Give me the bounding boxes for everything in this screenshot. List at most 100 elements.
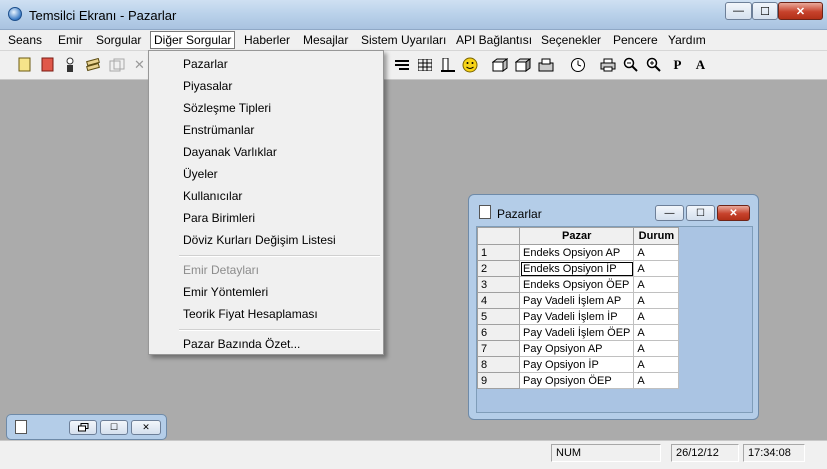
status-date: 26/12/12 [671,444,739,462]
menu-api-baglantisi[interactable]: API Bağlantısı [456,33,532,47]
menu-item-enstrumanlar[interactable]: Enstrümanlar [183,123,254,137]
cell-pazar[interactable]: Pay Vadeli İşlem İP [518,308,635,325]
close-button[interactable]: ✕ [778,2,823,20]
stack-icon[interactable] [84,56,101,73]
row-number: 8 [477,356,520,373]
cell-pazar[interactable]: Pay Vadeli İşlem ÖEP [518,324,635,341]
cell-durum[interactable]: A [633,356,680,373]
cube-icon[interactable] [491,56,508,73]
row-number: 6 [477,324,520,341]
p-icon[interactable]: P [669,56,686,73]
menu-item-uyeler[interactable]: Üyeler [183,167,218,181]
menu-item-dayanak-varliklar[interactable]: Dayanak Varlıklar [183,145,277,159]
cell-pazar[interactable]: Endeks Opsiyon AP [518,244,635,261]
cell-pazar[interactable]: Pay Opsiyon AP [518,340,635,357]
column-header-durum[interactable]: Durum [633,227,680,245]
status-num: NUM [551,444,661,462]
cell-durum[interactable]: A [633,260,680,277]
cell-durum[interactable]: A [633,244,680,261]
cell-durum[interactable]: A [633,372,680,389]
menu-item-sozlesme-tipleri[interactable]: Sözleşme Tipleri [183,101,271,115]
menu-item-kullanicilar[interactable]: Kullanıcılar [183,189,242,203]
menu-seans[interactable]: Seans [8,33,42,47]
cell-pazar[interactable]: Pay Vadeli İşlem AP [518,292,635,309]
pazarlar-window-title: Pazarlar [497,207,542,221]
child-maximize-button[interactable]: ☐ [686,205,715,221]
disabled-copy-icon [108,56,125,73]
a-icon[interactable]: A [692,56,709,73]
minimize-button[interactable]: — [725,2,752,20]
menu-diger-sorgular[interactable]: Diğer Sorgular [150,31,236,49]
cube2-icon[interactable] [514,56,531,73]
minimized-window[interactable]: ☐ ✕ [6,414,167,440]
window-title: Temsilci Ekranı - Pazarlar [29,8,177,23]
table-row[interactable]: 5 Pay Vadeli İşlem İP A [477,308,680,325]
cell-durum[interactable]: A [633,292,680,309]
menu-item-teorik-fiyat[interactable]: Teorik Fiyat Hesaplaması [183,307,318,321]
close-icon: ✕ [729,207,738,219]
minimized-close-button[interactable]: ✕ [131,420,161,435]
cell-pazar[interactable]: Pay Opsiyon ÖEP [518,372,635,389]
menu-item-doviz-kurlari[interactable]: Döviz Kurları Değişim Listesi [183,233,336,247]
close-icon: ✕ [795,5,806,18]
table-row[interactable]: 9 Pay Opsiyon ÖEP A [477,372,680,389]
maximize-button[interactable]: ☐ [752,2,778,20]
menu-item-pazar-bazinda-ozet[interactable]: Pazar Bazında Özet... [183,337,300,351]
table-row[interactable]: 7 Pay Opsiyon AP A [477,340,680,357]
menu-haberler[interactable]: Haberler [244,33,290,47]
printer-icon[interactable] [599,56,616,73]
cell-durum[interactable]: A [633,340,680,357]
minimize-icon: — [733,5,744,17]
table-row[interactable]: 1 Endeks Opsiyon AP A [477,244,680,261]
child-minimize-button[interactable]: — [655,205,684,221]
zoom-out-icon[interactable] [622,56,639,73]
menu-mesajlar[interactable]: Mesajlar [303,33,348,47]
menu-yardim[interactable]: Yardım [668,33,706,47]
maximize-icon: ☐ [760,5,770,18]
zoom-in-icon[interactable] [645,56,662,73]
menu-item-emir-detaylari: Emir Detayları [183,263,260,277]
tray-icon[interactable] [537,56,554,73]
child-close-button[interactable]: ✕ [717,205,750,221]
toolbar: ✕ P A [0,51,827,80]
red-doc-icon[interactable] [39,56,56,73]
smiley-icon[interactable] [461,56,478,73]
document-icon [479,205,491,219]
table-row[interactable]: 3 Endeks Opsiyon ÖEP A [477,276,680,293]
menu-item-emir-yontemleri[interactable]: Emir Yöntemleri [183,285,268,299]
columns-icon[interactable] [416,56,433,73]
menu-secenekler[interactable]: Seçenekler [541,33,601,47]
menu-sistem-uyarilari[interactable]: Sistem Uyarıları [361,33,446,47]
cell-durum[interactable]: A [633,308,680,325]
cell-pazar[interactable]: Pay Opsiyon İP [518,356,635,373]
minimized-maximize-button[interactable]: ☐ [100,420,128,435]
table-row[interactable]: 2 Endeks Opsiyon İP A [477,260,680,277]
row-number: 7 [477,340,520,357]
table-row[interactable]: 6 Pay Vadeli İşlem ÖEP A [477,324,680,341]
table-row[interactable]: 4 Pay Vadeli İşlem AP A [477,292,680,309]
cell-durum[interactable]: A [633,324,680,341]
list-icon[interactable] [393,56,410,73]
status-time: 17:34:08 [743,444,805,462]
clock-icon[interactable] [569,56,586,73]
person-icon[interactable] [61,56,78,73]
cell-pazar[interactable]: Endeks Opsiyon İP [518,260,635,277]
menu-item-para-birimleri[interactable]: Para Birimleri [183,211,255,225]
minimized-restore-button[interactable] [69,420,97,435]
menu-pencere[interactable]: Pencere [613,33,658,47]
app-icon [8,7,22,21]
cell-pazar[interactable]: Endeks Opsiyon ÖEP [518,276,635,293]
menu-emir[interactable]: Emir [58,33,83,47]
column-header-pazar[interactable]: Pazar [518,227,635,245]
row-number: 1 [477,244,520,261]
ruler-icon[interactable] [439,56,456,73]
maximize-icon: ☐ [696,207,705,219]
new-doc-icon[interactable] [16,56,33,73]
cell-durum[interactable]: A [633,276,680,293]
row-number: 5 [477,308,520,325]
menu-sorgular[interactable]: Sorgular [96,33,141,47]
menu-item-piyasalar[interactable]: Piyasalar [183,79,232,93]
pazarlar-window[interactable]: Pazarlar — ☐ ✕ Pazar Durum 1 Endeks Opsiy… [468,194,759,420]
table-row[interactable]: 8 Pay Opsiyon İP A [477,356,680,373]
menu-item-pazarlar[interactable]: Pazarlar [183,57,228,71]
